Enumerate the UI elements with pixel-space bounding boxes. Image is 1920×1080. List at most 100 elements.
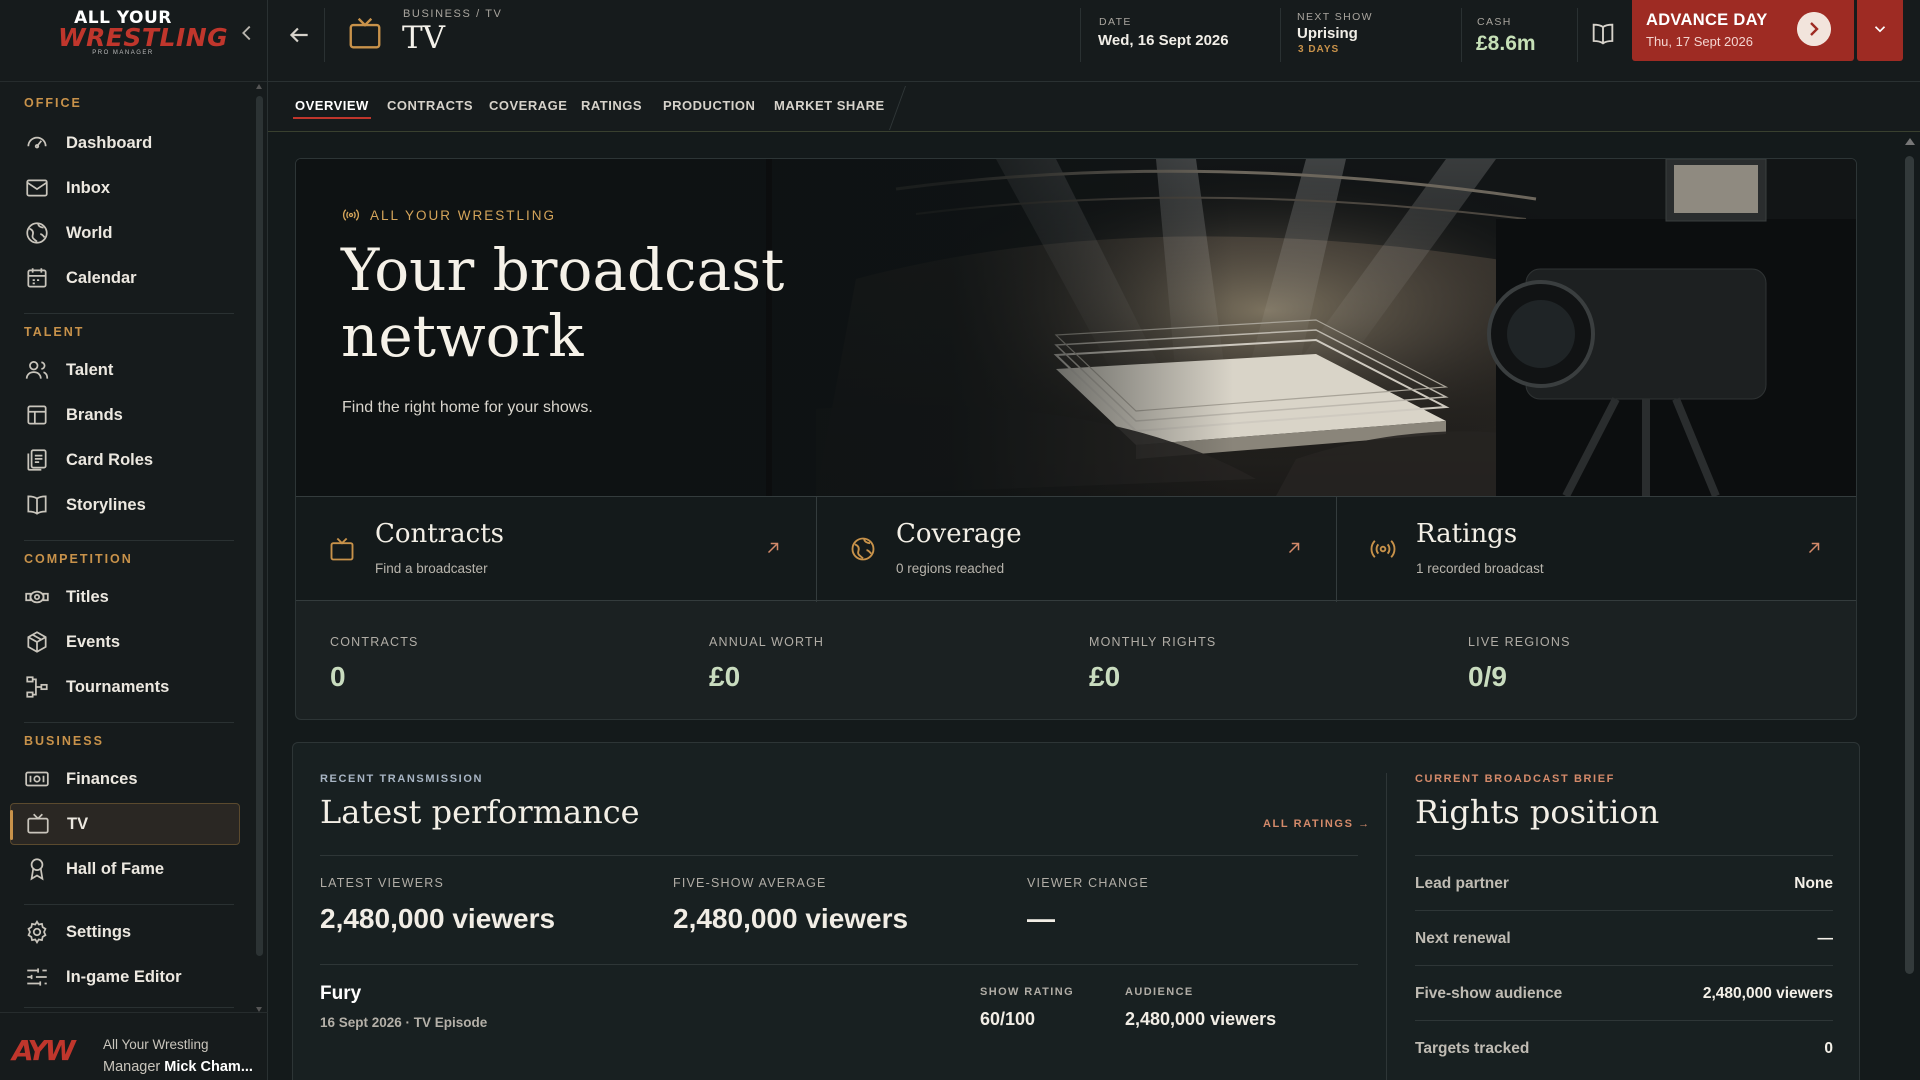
scroll-up-icon[interactable] xyxy=(256,84,262,89)
tv-icon xyxy=(330,537,354,561)
sidebar-item-finances[interactable]: Finances xyxy=(10,758,240,800)
card-contracts[interactable]: Contracts Find a broadcaster xyxy=(296,497,816,602)
card-ratings[interactable]: Ratings 1 recorded broadcast xyxy=(1336,497,1856,602)
scrollbar-thumb[interactable] xyxy=(256,96,263,956)
tab-overview[interactable]: OVERVIEW xyxy=(293,98,371,119)
advance-day-button[interactable]: ADVANCE DAY Thu, 17 Sept 2026 xyxy=(1632,0,1854,61)
hero-kicker-text: ALL YOUR WRESTLING xyxy=(370,207,557,223)
card-subtitle: 0 regions reached xyxy=(896,561,1005,576)
show-name[interactable]: Fury xyxy=(320,983,361,1005)
sidebar-item-label: Card Roles xyxy=(66,450,154,469)
performance-panel: RECENT TRANSMISSION Latest performance A… xyxy=(292,742,1860,1080)
main-scrollbar[interactable] xyxy=(1904,138,1915,1080)
divider xyxy=(320,855,1358,856)
globe-icon xyxy=(26,222,48,244)
breadcrumb: BUSINESS / TV xyxy=(403,8,503,20)
quick-link-cards: Contracts Find a broadcaster Coverage 0 … xyxy=(296,496,1856,602)
viewer-change-value: — xyxy=(1027,903,1055,934)
sidebar-item-brands[interactable]: Brands xyxy=(10,394,240,436)
performance-kicker: RECENT TRANSMISSION xyxy=(320,773,484,785)
sidebar-nav: OFFICE Dashboard Inbox World Calendar TA… xyxy=(0,82,254,1012)
promotion-logo: AYW xyxy=(12,1034,76,1067)
sidebar-item-storylines[interactable]: Storylines xyxy=(10,484,240,526)
row-value: 0 xyxy=(1824,1040,1833,1057)
scrollbar-thumb[interactable] xyxy=(1905,156,1914,974)
sidebar-item-events[interactable]: Events xyxy=(10,621,240,663)
divider xyxy=(24,722,234,723)
sidebar-item-settings[interactable]: Settings xyxy=(10,911,240,953)
sidebar-item-label: TV xyxy=(67,814,89,833)
user-profile[interactable]: AYW All Your Wrestling Manager Mick Cham… xyxy=(0,1012,268,1080)
card-title: Coverage xyxy=(896,519,1022,549)
sidebar-item-label: Inbox xyxy=(66,178,110,197)
viewer-change-label: VIEWER CHANGE xyxy=(1027,876,1149,890)
summary-stats: CONTRACTS 0 ANNUAL WORTH £0 MONTHLY RIGH… xyxy=(296,601,1856,719)
sidebar-item-label: Settings xyxy=(66,922,132,941)
hero-title-line-1: Your broadcast xyxy=(341,236,785,304)
audience-value: 2,480,000 viewers xyxy=(1125,1009,1277,1029)
scroll-up-icon[interactable] xyxy=(1905,138,1915,145)
arrow-up-right-icon xyxy=(767,542,779,554)
card-coverage[interactable]: Coverage 0 regions reached xyxy=(816,497,1336,602)
divider xyxy=(24,904,234,905)
sidebar-item-card-roles[interactable]: Card Roles xyxy=(10,439,240,481)
page-title: TV xyxy=(402,20,446,56)
row-key: Next renewal xyxy=(1415,930,1511,947)
all-ratings-link[interactable]: ALL RATINGS → xyxy=(1263,818,1371,830)
sidebar-item-inbox[interactable]: Inbox xyxy=(10,167,240,209)
row-key: Targets tracked xyxy=(1415,1040,1530,1057)
sidebar-item-titles[interactable]: Titles xyxy=(10,576,240,618)
sidebar-item-label: World xyxy=(66,223,113,242)
audience-label: AUDIENCE xyxy=(1125,986,1194,998)
divider xyxy=(1461,8,1462,62)
sidebar-item-tournaments[interactable]: Tournaments xyxy=(10,666,240,708)
gauge-icon xyxy=(27,136,47,149)
divider xyxy=(1577,8,1578,62)
back-arrow-icon[interactable] xyxy=(286,22,312,48)
hero-panel: ALL YOUR WRESTLING Your broadcast networ… xyxy=(295,158,1857,720)
hero-title-line-2: network xyxy=(341,302,584,370)
row-value: None xyxy=(1794,875,1833,892)
sidebar-header: ALL YOUR WRESTLING PRO MANAGER xyxy=(0,0,267,82)
bracket-icon xyxy=(26,676,48,698)
collapse-sidebar-icon[interactable] xyxy=(236,22,258,44)
sidebar-item-label: In-game Editor xyxy=(66,967,182,986)
sidebar-scrollbar[interactable] xyxy=(256,84,263,1012)
sidebar-item-hall-of-fame[interactable]: Hall of Fame xyxy=(10,848,240,890)
date-label: DATE xyxy=(1099,16,1132,28)
next-show-value[interactable]: Uprising xyxy=(1297,25,1358,42)
sidebar-item-world[interactable]: World xyxy=(10,212,240,254)
arrow-up-right-icon xyxy=(1808,542,1820,554)
tab-ratings[interactable]: RATINGS xyxy=(581,98,642,113)
tab-market-share[interactable]: MARKET SHARE xyxy=(774,98,885,113)
sidebar-item-label: Events xyxy=(66,632,121,651)
sidebar-item-label: Calendar xyxy=(66,268,137,287)
sidebar-item-talent[interactable]: Talent xyxy=(10,349,240,391)
chevron-right-icon xyxy=(1797,12,1831,46)
five-show-average-value: 2,480,000 viewers xyxy=(673,903,909,934)
sidebar-item-calendar[interactable]: Calendar xyxy=(10,257,240,299)
stat-label: ANNUAL WORTH xyxy=(709,635,825,649)
app-logo[interactable]: ALL YOUR WRESTLING PRO MANAGER xyxy=(58,10,228,57)
user-role: Manager Mick Cham... xyxy=(103,1059,253,1075)
advance-day-label: ADVANCE DAY xyxy=(1646,11,1768,29)
belt-icon xyxy=(25,590,49,604)
card-title: Ratings xyxy=(1416,519,1518,549)
top-bar: BUSINESS / TV TV DATE Wed, 16 Sept 2026 … xyxy=(268,0,1920,82)
sidebar-item-tv[interactable]: TV xyxy=(10,803,240,845)
sliders-icon xyxy=(27,968,47,986)
hero-subtitle: Find the right home for your shows. xyxy=(342,399,593,416)
sidebar-item-dashboard[interactable]: Dashboard xyxy=(10,122,240,164)
advance-options-button[interactable] xyxy=(1857,0,1903,61)
book-icon[interactable] xyxy=(1589,20,1617,48)
advance-day-date: Thu, 17 Sept 2026 xyxy=(1646,34,1753,49)
sidebar-item-label: Talent xyxy=(66,360,114,379)
tab-coverage[interactable]: COVERAGE xyxy=(489,98,567,113)
sidebar-item-label: Hall of Fame xyxy=(66,859,165,878)
show-rating-label: SHOW RATING xyxy=(980,986,1075,998)
tab-contracts[interactable]: CONTRACTS xyxy=(387,98,473,113)
stat-value: 0/9 xyxy=(1468,661,1507,692)
section-business: BUSINESS xyxy=(24,734,104,748)
tab-production[interactable]: PRODUCTION xyxy=(663,98,755,113)
sidebar-item-in-game-editor[interactable]: In-game Editor xyxy=(10,956,240,998)
